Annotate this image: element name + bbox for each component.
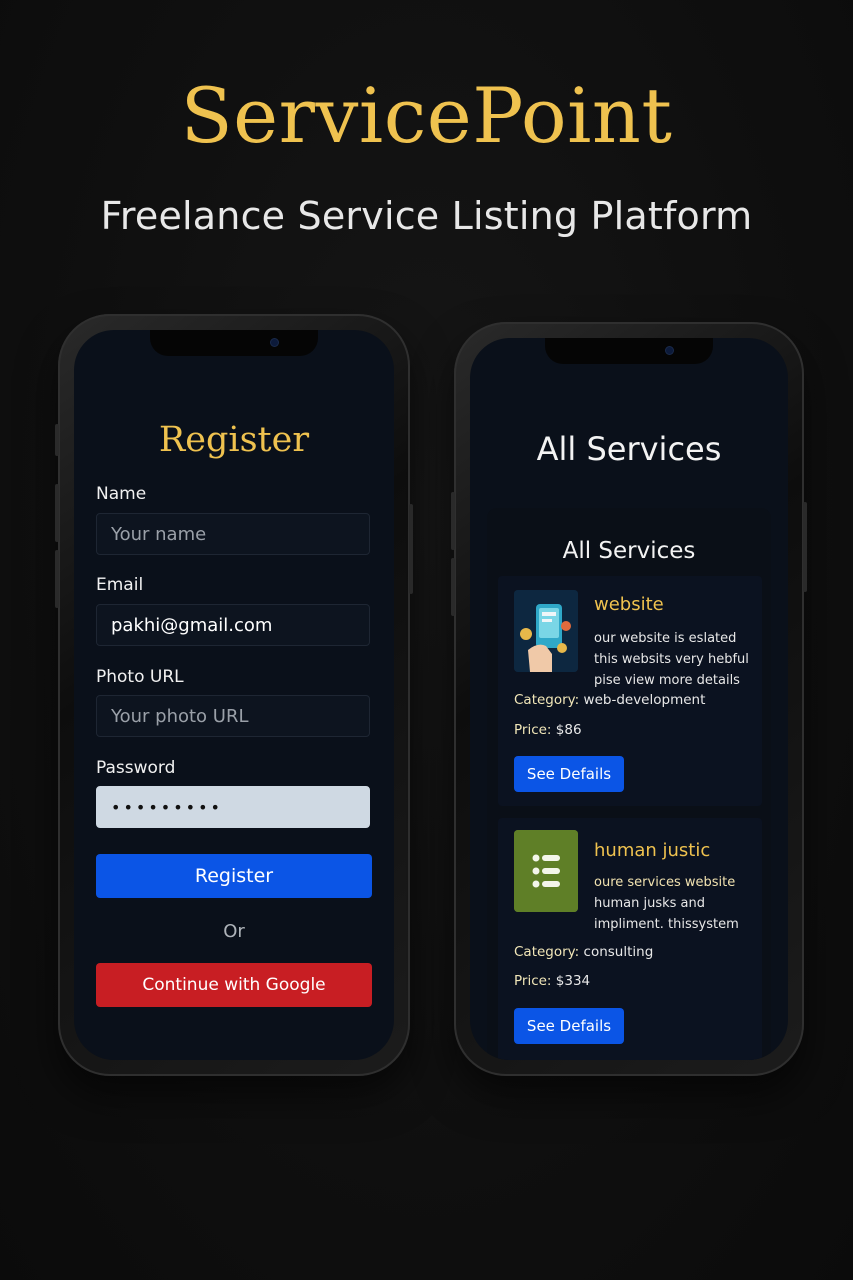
service-name: website	[594, 594, 664, 615]
price-prefix: Price:	[514, 722, 552, 738]
register-title: Register	[158, 420, 310, 460]
list-icon	[514, 830, 578, 912]
phone-volume-up	[55, 484, 59, 542]
service-description-line: impliment. thissystem	[594, 917, 739, 932]
register-screen: Register Name Email Photo URL Password R…	[74, 330, 394, 1060]
or-divider-text: Or	[223, 921, 245, 942]
phone-volume-down	[451, 558, 455, 616]
category-value: consulting	[583, 944, 654, 960]
service-name: human justic	[594, 840, 711, 861]
register-button[interactable]: Register	[96, 854, 372, 898]
service-description: our website is eslated this websits very…	[594, 628, 754, 691]
phone-mute-switch	[55, 424, 59, 456]
phone-power-button	[803, 502, 807, 592]
phone-notch	[545, 338, 713, 364]
services-phone-mockup: All Services All Services website our we…	[451, 322, 807, 1076]
see-details-button[interactable]: See Defails	[514, 1008, 624, 1044]
phone-notch	[150, 330, 318, 356]
service-description-line: pise view more details	[594, 673, 740, 688]
service-category: Category: web-development	[514, 692, 705, 708]
services-panel-title: All Services	[562, 538, 696, 564]
service-description-line: oure services website	[594, 875, 736, 890]
see-details-button[interactable]: See Defails	[514, 756, 624, 792]
service-card: human justic oure services website human…	[498, 818, 762, 1060]
service-card: website our website is eslated this webs…	[498, 576, 762, 806]
google-signin-button[interactable]: Continue with Google	[96, 963, 372, 1007]
price-value: $86	[555, 722, 582, 738]
register-phone-mockup: Register Name Email Photo URL Password R…	[55, 314, 413, 1076]
service-description-line: our website is eslated	[594, 631, 737, 646]
phone-app-illustration-icon	[514, 590, 578, 672]
service-description-line: human jusks and	[594, 896, 705, 911]
photo-url-label: Photo URL	[96, 667, 184, 687]
email-input[interactable]	[96, 604, 370, 646]
service-description: oure services website human jusks and im…	[594, 872, 754, 935]
services-screen: All Services All Services website our we…	[470, 338, 788, 1060]
camera-icon	[271, 339, 278, 346]
name-label: Name	[96, 484, 147, 504]
service-category: Category: consulting	[514, 944, 653, 960]
brand-subtitle: Freelance Service Listing Platform	[100, 194, 753, 238]
photo-url-input[interactable]	[96, 695, 370, 737]
category-prefix: Category:	[514, 692, 580, 708]
camera-icon	[666, 347, 673, 354]
name-input[interactable]	[96, 513, 370, 555]
service-description-line: this websits very hebful	[594, 652, 749, 667]
password-label: Password	[96, 758, 176, 778]
password-input[interactable]	[96, 786, 370, 828]
service-price: Price: $86	[514, 722, 582, 738]
category-value: web-development	[583, 692, 706, 708]
price-prefix: Price:	[514, 973, 552, 989]
phone-volume-down	[55, 550, 59, 608]
service-price: Price: $334	[514, 973, 590, 989]
brand-title: ServicePoint	[180, 71, 673, 160]
phone-power-button	[409, 504, 413, 594]
services-panel: All Services website our website is esla…	[487, 508, 771, 1060]
services-page-title: All Services	[536, 430, 722, 468]
category-prefix: Category:	[514, 944, 580, 960]
phone-volume-up	[451, 492, 455, 550]
price-value: $334	[555, 973, 591, 989]
email-label: Email	[96, 575, 144, 595]
